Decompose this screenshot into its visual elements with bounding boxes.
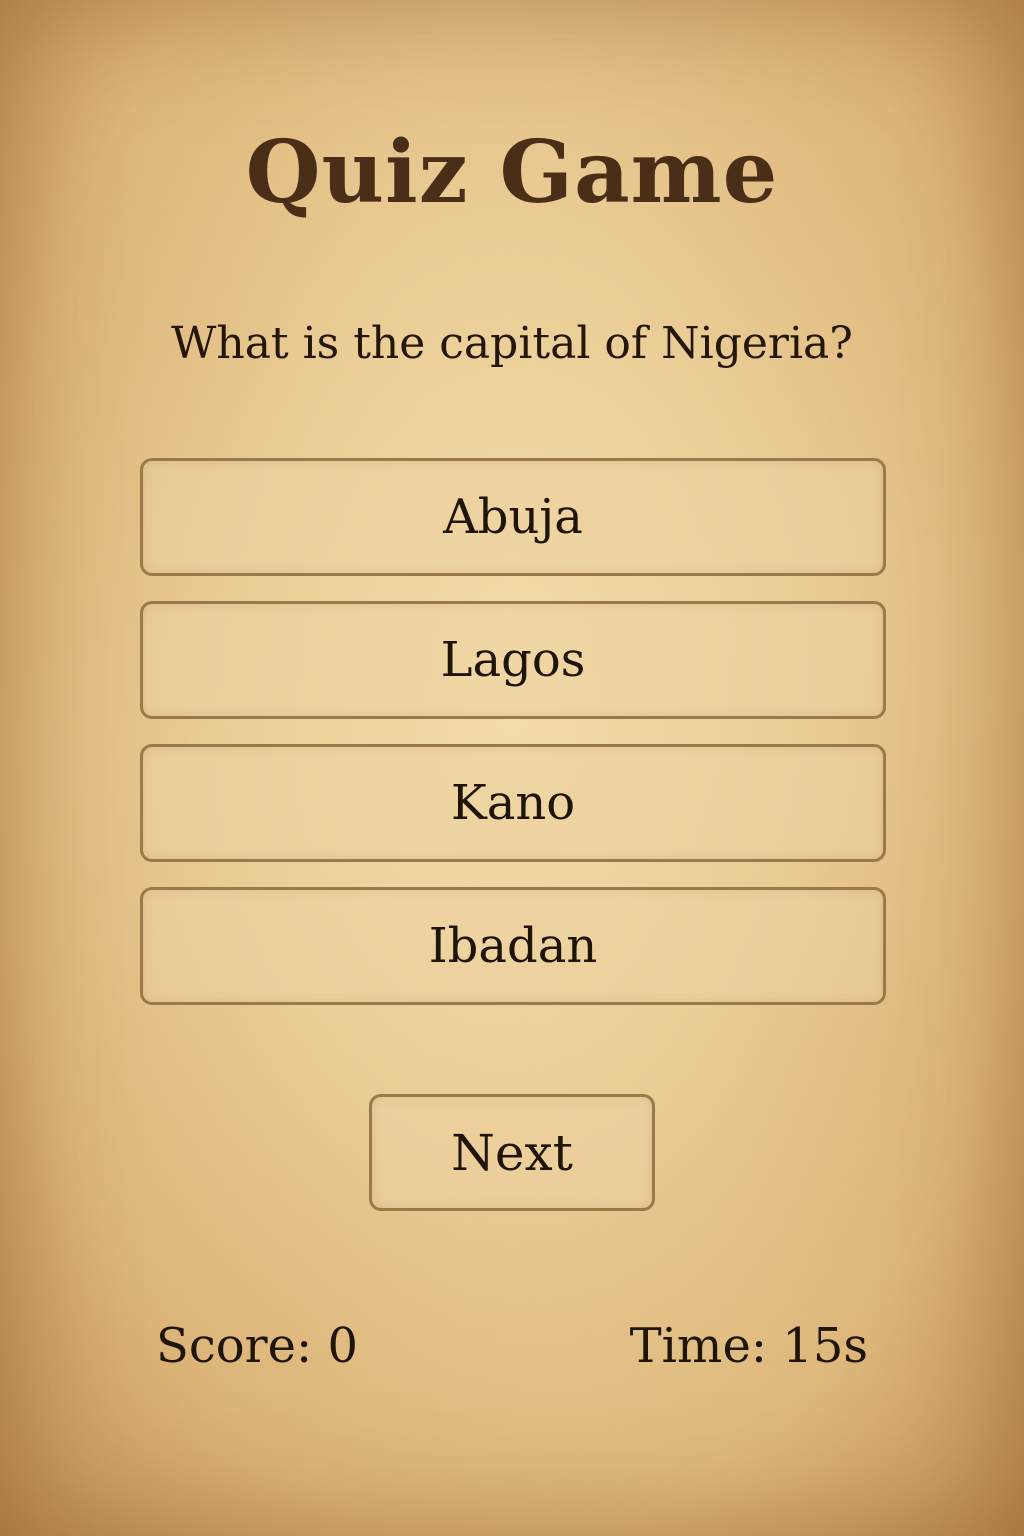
answer-option-kano[interactable]: Kano bbox=[140, 744, 886, 862]
question-text: What is the capital of Nigeria? bbox=[171, 318, 853, 369]
game-title: Quiz Game bbox=[245, 122, 779, 223]
answer-option-ibadan[interactable]: Ibadan bbox=[140, 887, 886, 1005]
answer-options: Abuja Lagos Kano Ibadan bbox=[140, 458, 886, 1030]
answer-option-lagos[interactable]: Lagos bbox=[140, 601, 886, 719]
answer-option-abuja[interactable]: Abuja bbox=[140, 458, 886, 576]
next-button[interactable]: Next bbox=[369, 1094, 655, 1211]
timer-display: Time: 15s bbox=[629, 1318, 868, 1374]
score-display: Score: 0 bbox=[156, 1318, 358, 1374]
